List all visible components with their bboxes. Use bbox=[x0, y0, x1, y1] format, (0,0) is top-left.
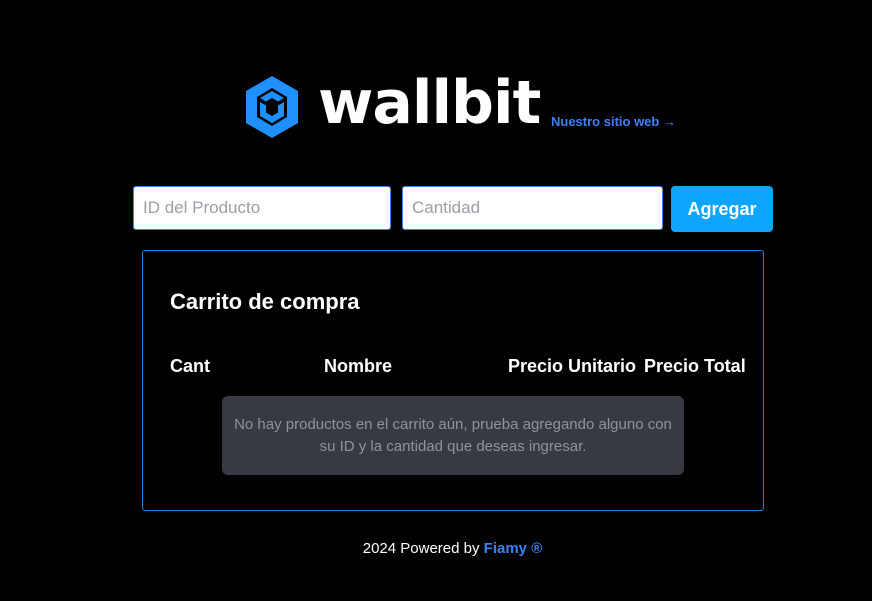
column-header-cant: Cant bbox=[170, 356, 210, 376]
page: wallbit Nuestro sitio web → Agregar Carr… bbox=[0, 0, 872, 601]
registered-mark: ® bbox=[531, 540, 543, 557]
cart-title: Carrito de compra bbox=[170, 289, 360, 314]
footer-text: 2024 Powered by bbox=[362, 540, 480, 557]
website-link[interactable]: Nuestro sitio web → bbox=[551, 114, 676, 129]
cart-panel: Carrito de compra Cant Nombre Precio Uni… bbox=[142, 250, 764, 511]
add-button[interactable]: Agregar bbox=[671, 186, 773, 232]
logo-wordmark: wallbit bbox=[318, 68, 541, 138]
product-id-input[interactable] bbox=[133, 186, 391, 230]
wallbit-logo-icon bbox=[246, 76, 298, 138]
column-header-total-price: Precio Total bbox=[644, 356, 746, 376]
footer: 2024 Powered by Fiamy ® bbox=[0, 540, 872, 557]
column-header-nombre: Nombre bbox=[324, 356, 393, 376]
logo: wallbit bbox=[242, 68, 541, 142]
empty-cart-message: No hay productos en el carrito aún, prue… bbox=[222, 396, 684, 475]
column-header-unit-price: Precio Unitario bbox=[508, 356, 637, 376]
add-product-form: Agregar bbox=[133, 186, 773, 232]
footer-brand-link[interactable]: Fiamy bbox=[484, 540, 527, 557]
quantity-input[interactable] bbox=[402, 186, 663, 230]
